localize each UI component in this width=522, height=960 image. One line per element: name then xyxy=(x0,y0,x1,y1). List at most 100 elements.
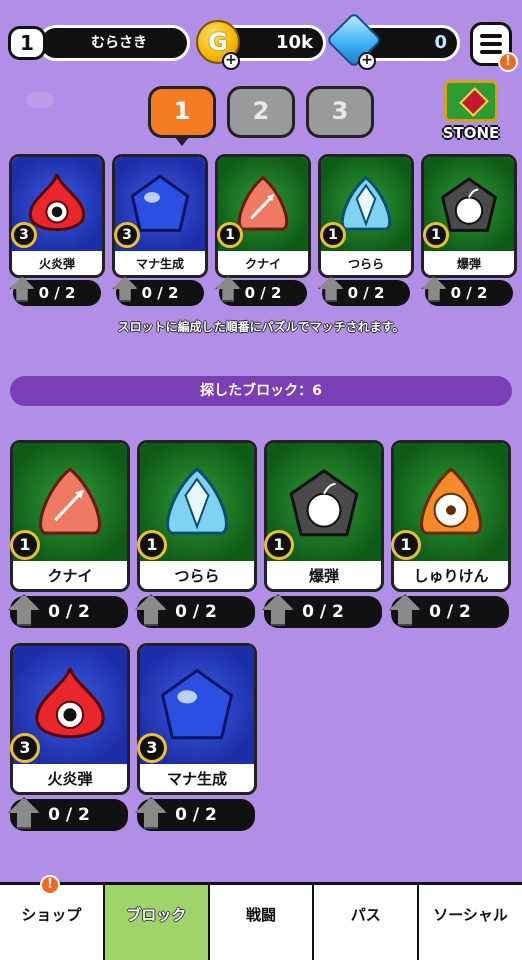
upgrade-progress[interactable]: 0 / 2 xyxy=(215,276,307,306)
stone-button[interactable]: STONE xyxy=(438,76,504,146)
equipped-slot-card[interactable]: マナ生成 3 0 / 2 xyxy=(112,154,208,306)
found-block-card[interactable]: マナ生成 3 0 / 2 xyxy=(135,643,257,833)
upgrade-progress[interactable]: 0 / 2 xyxy=(421,276,513,306)
menu-alert-icon: ! xyxy=(498,52,518,72)
block-level-badge: 1 xyxy=(264,530,294,560)
upgrade-progress[interactable]: 0 / 2 xyxy=(318,276,410,306)
upgrade-progress[interactable]: 0 / 2 xyxy=(9,276,101,306)
found-blocks-bar: 探したブロック：6 xyxy=(10,376,512,406)
block-card-face: クナイ xyxy=(215,154,311,278)
found-block-card[interactable]: しゅりけん 1 0 / 2 xyxy=(389,440,511,630)
upgrade-arrow-icon xyxy=(318,276,344,302)
found-block-card[interactable]: つらら 1 0 / 2 xyxy=(135,440,257,630)
treasure-chest-icon xyxy=(444,80,498,122)
found-block-card[interactable]: クナイ 1 0 / 2 xyxy=(8,440,130,630)
nav-battle[interactable]: 戦闘 xyxy=(210,885,315,960)
upgrade-progress[interactable]: 0 / 2 xyxy=(8,797,128,831)
upgrade-arrow-icon xyxy=(135,594,167,626)
block-name: 火炎弾 xyxy=(13,764,127,792)
upgrade-arrow-icon xyxy=(135,797,167,829)
block-name: クナイ xyxy=(218,251,308,275)
nav-block-label: ブロック xyxy=(126,906,187,924)
block-level-badge: 3 xyxy=(11,222,37,248)
found-block-card[interactable]: 爆弾 1 0 / 2 xyxy=(262,440,384,630)
block-level-badge: 1 xyxy=(10,530,40,560)
block-card-face: マナ生成 xyxy=(137,643,257,795)
block-level-badge: 1 xyxy=(423,222,449,248)
upgrade-arrow-icon xyxy=(8,797,40,829)
upgrade-progress-value: 0 / 2 xyxy=(38,284,76,302)
equipped-slot-card[interactable]: つらら 1 0 / 2 xyxy=(318,154,414,306)
upgrade-progress-value: 0 / 2 xyxy=(48,805,90,825)
nav-social[interactable]: ソーシャル xyxy=(419,885,522,960)
add-gem-button[interactable]: + xyxy=(358,52,376,70)
nav-block[interactable]: ブロック xyxy=(104,885,210,960)
block-name: 爆弾 xyxy=(424,251,514,275)
kunai-blob-icon xyxy=(29,461,111,547)
slot-tab-2[interactable]: 2 xyxy=(227,86,295,138)
block-name: 火炎弾 xyxy=(12,251,102,275)
nav-pass[interactable]: パス xyxy=(314,885,420,960)
upgrade-progress-value: 0 / 2 xyxy=(175,602,217,622)
block-card-face: クナイ xyxy=(10,440,130,592)
upgrade-progress[interactable]: 0 / 2 xyxy=(135,797,255,831)
upgrade-progress-value: 0 / 2 xyxy=(175,805,217,825)
upgrade-progress-value: 0 / 2 xyxy=(429,602,471,622)
block-name: つらら xyxy=(140,561,254,589)
upgrade-progress[interactable]: 0 / 2 xyxy=(8,594,128,628)
upgrade-progress-value: 0 / 2 xyxy=(48,602,90,622)
block-card-face: つらら xyxy=(137,440,257,592)
upgrade-arrow-icon xyxy=(421,276,447,302)
found-block-card[interactable]: 火炎弾 3 0 / 2 xyxy=(8,643,130,833)
nav-pass-label: パス xyxy=(350,906,381,924)
slot-tab-1[interactable]: 1 xyxy=(148,86,216,138)
block-name: しゅりけん xyxy=(394,561,508,589)
equipped-slot-card[interactable]: 火炎弾 3 0 / 2 xyxy=(9,154,105,306)
nav-shop-label: ショップ xyxy=(21,906,82,924)
add-gold-button[interactable]: + xyxy=(222,52,240,70)
upgrade-progress[interactable]: 0 / 2 xyxy=(389,594,509,628)
block-card-face: つらら xyxy=(318,154,414,278)
block-name: マナ生成 xyxy=(115,251,205,275)
stone-label: STONE xyxy=(442,124,500,142)
block-level-badge: 1 xyxy=(320,222,346,248)
mana-blob-icon xyxy=(156,664,238,750)
block-level-badge: 3 xyxy=(10,733,40,763)
upgrade-arrow-icon xyxy=(262,594,294,626)
block-name: 爆弾 xyxy=(267,561,381,589)
block-card-face: 爆弾 xyxy=(421,154,517,278)
upgrade-arrow-icon xyxy=(9,276,35,302)
bottom-nav: ショップ ! ブロック 戦闘 パス ソーシャル xyxy=(0,875,522,960)
block-name: つらら xyxy=(321,251,411,275)
icicle-blob-icon xyxy=(156,461,238,547)
player-name-pill[interactable]: むらさき xyxy=(38,25,190,61)
upgrade-progress[interactable]: 0 / 2 xyxy=(112,276,204,306)
block-card-face: しゅりけん xyxy=(391,440,511,592)
upgrade-progress-value: 0 / 2 xyxy=(347,284,385,302)
block-level-badge: 1 xyxy=(217,222,243,248)
shuriken-blob-icon xyxy=(410,461,492,547)
upgrade-progress-value: 0 / 2 xyxy=(302,602,344,622)
upgrade-progress-value: 0 / 2 xyxy=(450,284,488,302)
upgrade-arrow-icon xyxy=(389,594,421,626)
equipped-slot-card[interactable]: 爆弾 1 0 / 2 xyxy=(421,154,517,306)
upgrade-progress[interactable]: 0 / 2 xyxy=(262,594,382,628)
block-card-face: 火炎弾 xyxy=(10,643,130,795)
upgrade-progress[interactable]: 0 / 2 xyxy=(135,594,255,628)
block-level-badge: 1 xyxy=(137,530,167,560)
top-header: むらさき 1 10k G + 0 + ! xyxy=(0,0,522,80)
block-name: クナイ xyxy=(13,561,127,589)
nav-shop[interactable]: ショップ ! xyxy=(0,875,105,960)
equipped-slot-card[interactable]: クナイ 1 0 / 2 xyxy=(215,154,311,306)
slot-hint-text: スロットに編成した順番にパズルでマッチされます。 xyxy=(117,320,405,334)
nav-social-label: ソーシャル xyxy=(433,906,508,924)
block-level-badge: 3 xyxy=(114,222,140,248)
shop-alert-icon: ! xyxy=(40,875,60,895)
bomb-blob-icon xyxy=(283,461,365,547)
block-level-badge: 1 xyxy=(391,530,421,560)
tab-pointer xyxy=(174,136,190,146)
gold-amount: 10k xyxy=(275,32,313,53)
slot-tab-3[interactable]: 3 xyxy=(306,86,374,138)
flame-blob-icon xyxy=(29,664,111,750)
upgrade-arrow-icon xyxy=(215,276,241,302)
